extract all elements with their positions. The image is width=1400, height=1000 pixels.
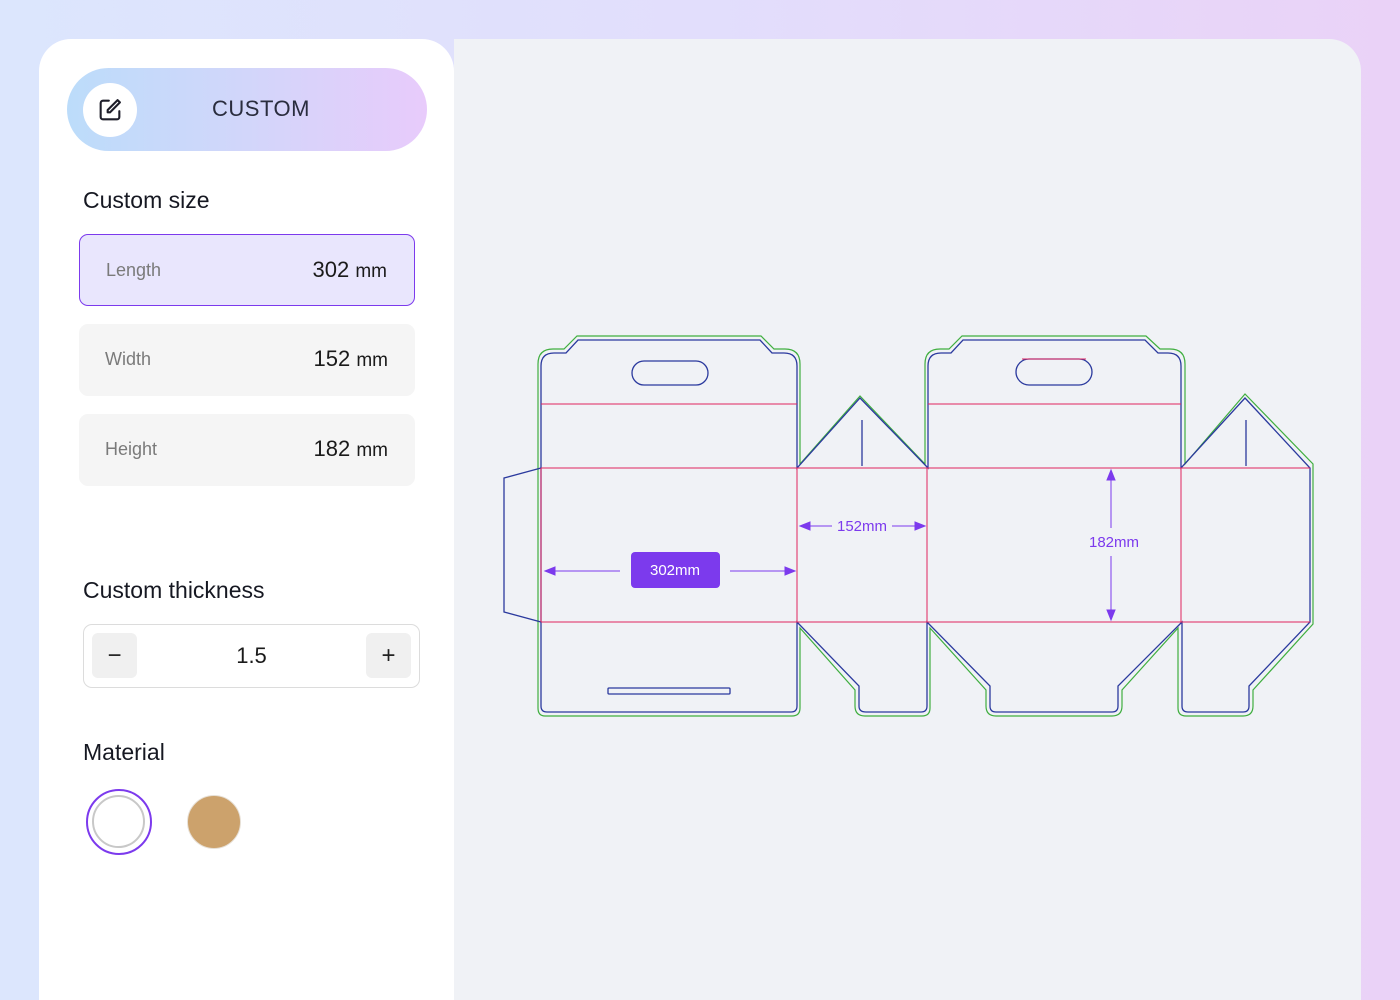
length-label: Length — [106, 260, 162, 280]
height-unit: mm — [356, 440, 388, 461]
height-field[interactable]: Height 182 mm — [79, 414, 415, 486]
increment-button[interactable]: + — [366, 633, 411, 678]
height-value: 182 — [313, 436, 351, 461]
length-unit: mm — [355, 261, 387, 282]
height-label: Height — [105, 439, 158, 459]
custom-mode-label: CUSTOM — [212, 96, 310, 121]
height-dimension-label: 182mm — [1089, 534, 1139, 551]
box-dieline: 302mm 152mm 182mm — [503, 335, 1314, 717]
width-value: 152 — [313, 346, 351, 371]
width-field[interactable]: Width 152 mm — [79, 324, 415, 396]
length-value-group: 302 mm — [313, 257, 388, 283]
length-value: 302 — [312, 257, 350, 282]
material-swatch-kraft[interactable] — [187, 795, 241, 849]
length-field[interactable]: Length 302 mm — [79, 234, 415, 306]
length-dimension-label: 302mm — [650, 562, 700, 579]
material-swatch-white[interactable] — [86, 789, 152, 855]
dimension-markers — [543, 468, 1116, 622]
width-label: Width — [105, 349, 152, 369]
width-unit: mm — [356, 350, 388, 371]
thickness-stepper: − 1.5 + — [83, 624, 420, 688]
width-dimension-label: 152mm — [837, 518, 887, 535]
height-value-group: 182 mm — [314, 436, 389, 462]
settings-panel: CUSTOM Custom size Length 302 mm Width 1… — [39, 39, 454, 1000]
custom-size-title: Custom size — [83, 187, 210, 213]
custom-thickness-title: Custom thickness — [83, 577, 265, 603]
preview-canvas[interactable]: 302mm 152mm 182mm — [454, 39, 1361, 1000]
custom-mode-button[interactable]: CUSTOM — [67, 68, 427, 151]
material-title: Material — [83, 739, 165, 765]
material-swatch-white-inner — [92, 795, 145, 848]
width-value-group: 152 mm — [314, 346, 389, 372]
